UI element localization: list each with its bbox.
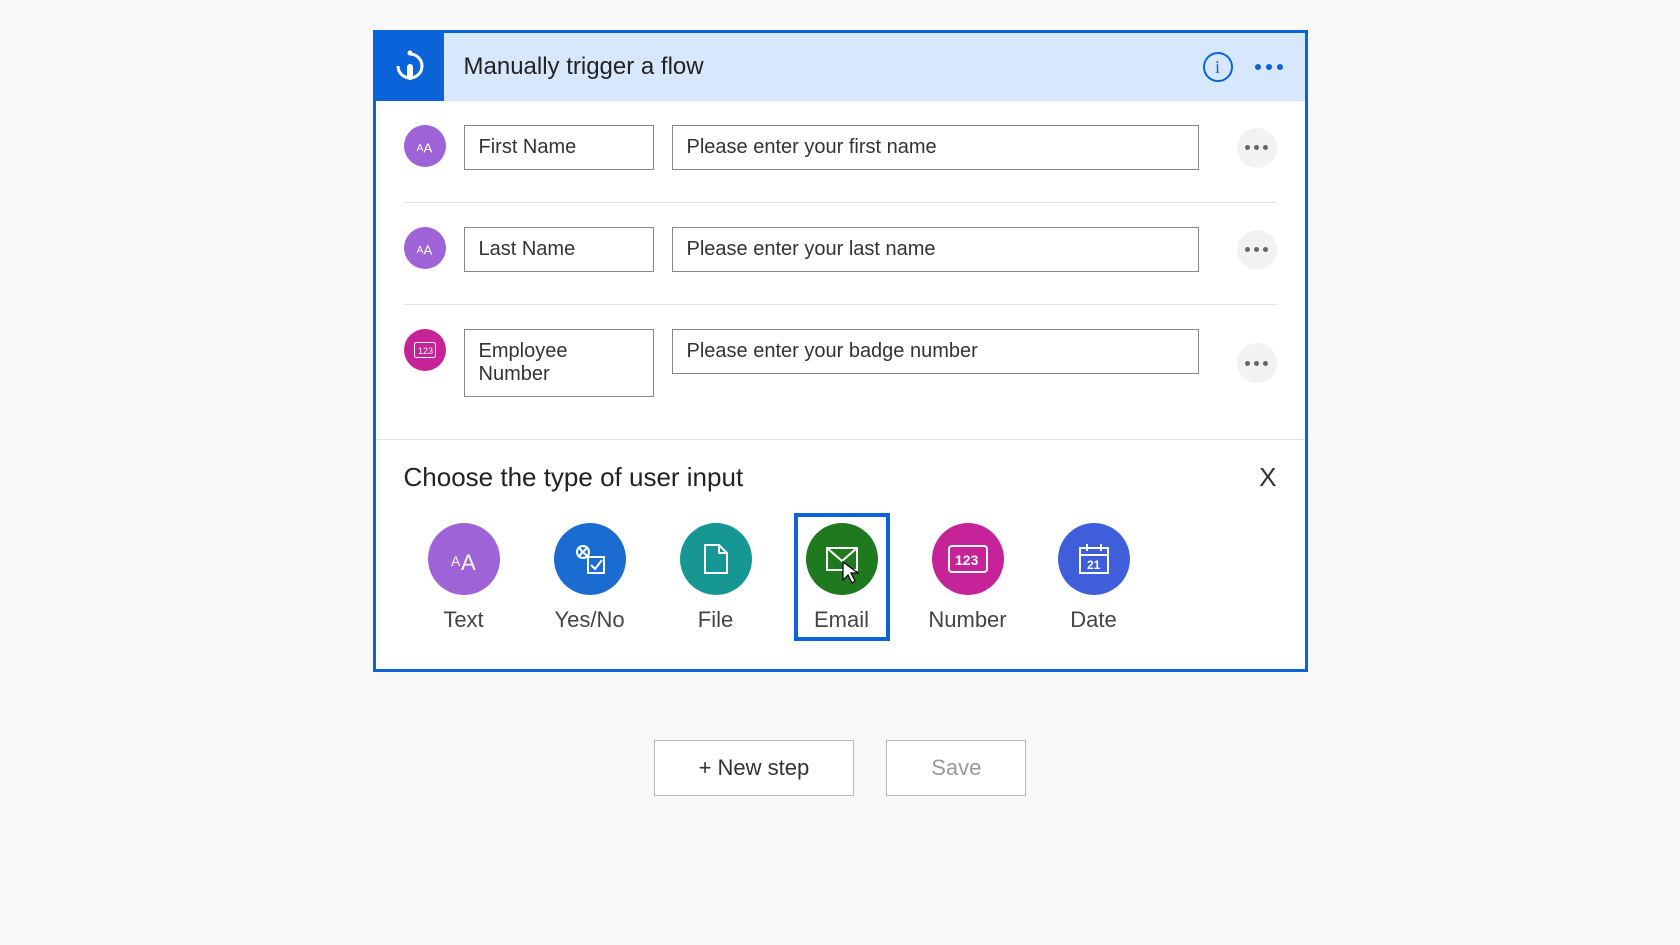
svg-text:A: A — [451, 553, 461, 569]
input-name-field[interactable]: First Name — [464, 125, 654, 170]
svg-text:123: 123 — [955, 552, 979, 568]
trigger-icon — [376, 33, 444, 101]
input-more-button[interactable] — [1237, 230, 1277, 270]
input-more-button[interactable] — [1237, 343, 1277, 383]
save-button[interactable]: Save — [886, 740, 1026, 796]
svg-text:A: A — [423, 243, 432, 258]
yesno-icon — [554, 523, 626, 595]
type-label: Email — [814, 607, 869, 633]
input-more-button[interactable] — [1237, 128, 1277, 168]
input-prompt-field[interactable]: Please enter your first name — [672, 125, 1199, 170]
text-type-icon: AA — [404, 227, 446, 269]
type-email[interactable]: Email — [794, 513, 890, 641]
new-step-button[interactable]: + New step — [654, 740, 855, 796]
number-icon: 123 — [932, 523, 1004, 595]
svg-text:21: 21 — [1087, 558, 1101, 572]
types-row: AA Text Yes/No — [404, 513, 1277, 641]
svg-text:123: 123 — [418, 346, 433, 356]
text-type-icon: AA — [404, 125, 446, 167]
footer-buttons: + New step Save — [654, 740, 1027, 796]
card-more-button[interactable] — [1255, 64, 1283, 70]
card-header: Manually trigger a flow i — [376, 33, 1305, 101]
chooser-close-button[interactable]: X — [1259, 462, 1276, 493]
inputs-area: AA First Name Please enter your first na… — [376, 101, 1305, 439]
input-name-field[interactable]: Employee Number — [464, 329, 654, 397]
number-type-icon: 123 — [404, 329, 446, 371]
type-number[interactable]: 123 Number — [920, 513, 1016, 641]
input-name-field[interactable]: Last Name — [464, 227, 654, 272]
type-label: Text — [443, 607, 483, 633]
type-label: Number — [928, 607, 1006, 633]
type-label: Yes/No — [554, 607, 624, 633]
file-icon — [680, 523, 752, 595]
card-title: Manually trigger a flow — [444, 53, 1203, 81]
input-prompt-field[interactable]: Please enter your last name — [672, 227, 1199, 272]
type-label: Date — [1070, 607, 1116, 633]
type-chooser: Choose the type of user input X AA Text — [376, 439, 1305, 669]
type-text[interactable]: AA Text — [416, 513, 512, 641]
svg-text:A: A — [423, 141, 432, 156]
type-date[interactable]: 21 Date — [1046, 513, 1142, 641]
chooser-label: Choose the type of user input — [404, 462, 744, 493]
type-label: File — [698, 607, 733, 633]
date-icon: 21 — [1058, 523, 1130, 595]
input-row: AA First Name Please enter your first na… — [404, 101, 1277, 203]
svg-text:A: A — [461, 550, 476, 575]
input-prompt-field[interactable]: Please enter your badge number — [672, 329, 1199, 374]
input-row: 123 Employee Number Please enter your ba… — [404, 305, 1277, 439]
info-icon[interactable]: i — [1203, 52, 1233, 82]
email-icon — [806, 523, 878, 595]
type-file[interactable]: File — [668, 513, 764, 641]
type-yesno[interactable]: Yes/No — [542, 513, 638, 641]
trigger-card: Manually trigger a flow i AA First Name … — [373, 30, 1308, 672]
text-icon: AA — [428, 523, 500, 595]
input-row: AA Last Name Please enter your last name — [404, 203, 1277, 305]
